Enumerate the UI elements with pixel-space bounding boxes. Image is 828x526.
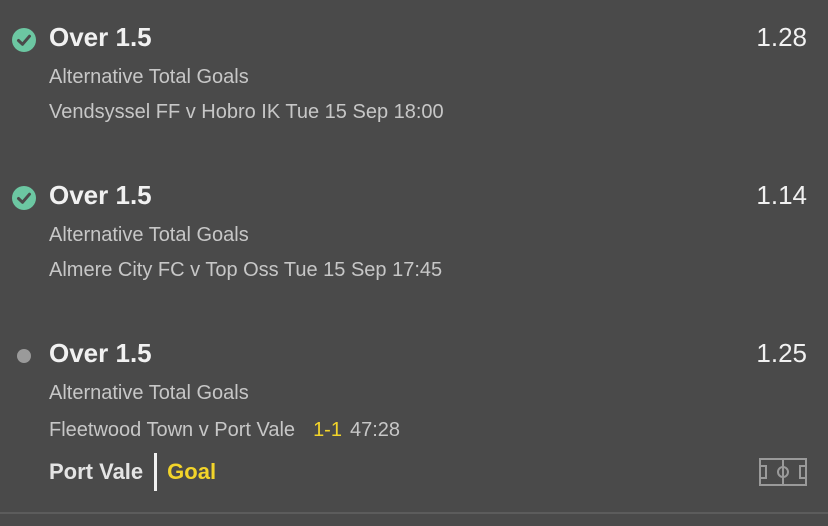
selection-title: Over 1.5 [49, 180, 152, 210]
incident-team: Port Vale [49, 459, 144, 484]
check-circle-icon [12, 28, 36, 52]
selection-odds: 1.25 [756, 338, 807, 368]
selection-odds: 1.14 [756, 180, 807, 210]
event-teams: Fleetwood Town v Port Vale [49, 419, 296, 441]
check-circle-icon [12, 186, 36, 210]
incident-divider [154, 453, 158, 491]
incident-type: Goal [167, 459, 217, 484]
pending-dot-icon [12, 344, 36, 368]
selection-title: Over 1.5 [49, 22, 152, 52]
event-details: Almere City FC v Top Oss Tue 15 Sep 17:4… [49, 259, 443, 281]
market-name: Alternative Total Goals [49, 382, 249, 404]
selection-odds: 1.28 [756, 22, 807, 52]
live-score: 1-1 [313, 419, 342, 441]
event-details-live: Fleetwood Town v Port Vale 1-1 47:28 [49, 417, 400, 443]
selection-title: Over 1.5 [49, 338, 152, 368]
match-clock: 47:28 [349, 419, 401, 441]
event-details: Vendsyssel FF v Hobro IK Tue 15 Sep 18:0… [49, 101, 444, 123]
divider [0, 512, 828, 514]
market-name: Alternative Total Goals [49, 224, 249, 246]
pitch-icon[interactable] [759, 458, 807, 491]
match-incident: Port Vale Goal [49, 453, 216, 491]
market-name: Alternative Total Goals [49, 66, 249, 88]
